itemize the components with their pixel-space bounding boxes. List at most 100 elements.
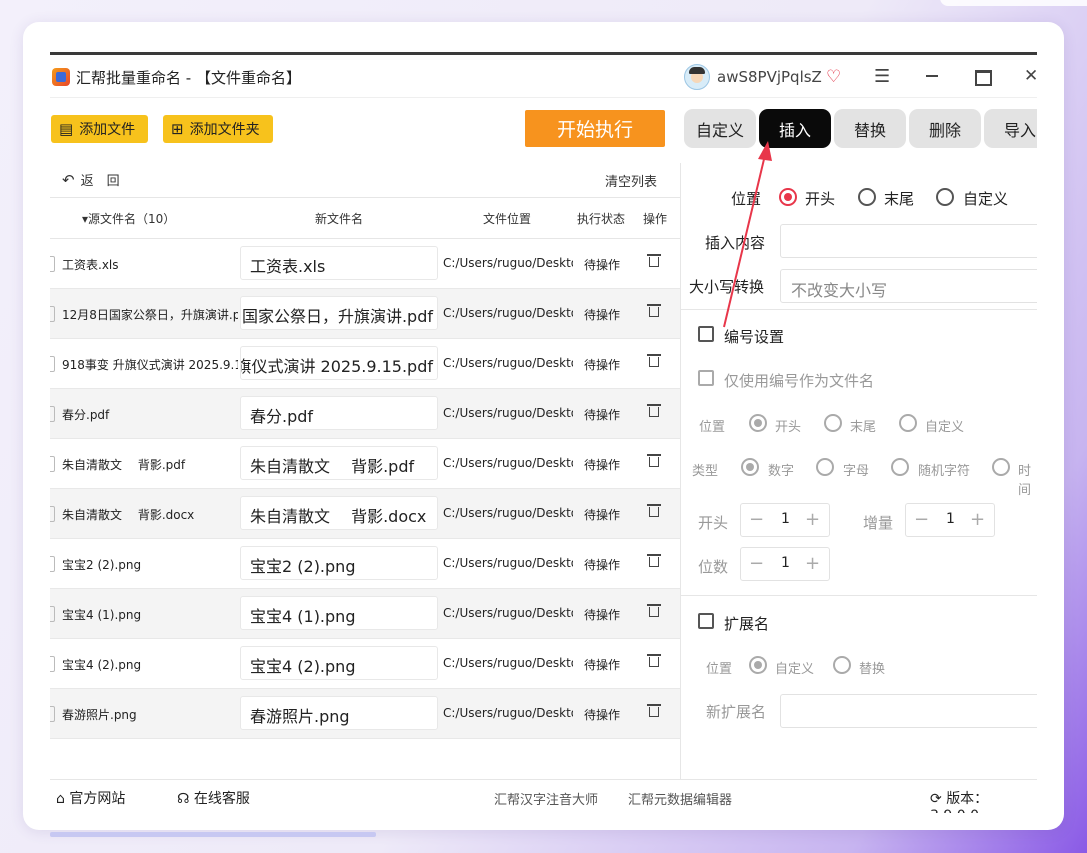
clear-list-button[interactable]: 清空列表 — [605, 171, 657, 190]
new-filename-input[interactable]: 宝宝4 (1).png — [240, 596, 438, 630]
new-filename-input[interactable]: 春分.pdf — [240, 396, 438, 430]
file-icon — [50, 256, 55, 272]
trash-icon[interactable] — [647, 403, 661, 417]
new-filename-input[interactable]: 国家公祭日，升旗演讲.pdf — [240, 296, 438, 330]
app-window: 汇帮批量重命名 - 【文件重命名】 awS8PVjPqlsZ ♡ ☰ ✕ ▤ 添… — [50, 52, 1037, 813]
extension-checkbox[interactable] — [698, 613, 714, 629]
position-end-radio[interactable] — [858, 188, 876, 206]
position-custom-radio[interactable] — [936, 188, 954, 206]
digits-stepper[interactable]: − 1 + — [740, 547, 830, 581]
close-icon[interactable]: ✕ — [1024, 66, 1037, 86]
metadata-editor-link[interactable]: 汇帮元数据编辑器 — [628, 789, 732, 808]
file-icon — [50, 606, 55, 622]
divider — [681, 595, 1037, 596]
table-row[interactable]: 朱自清散文 背影.docx 朱自清散文 背影.docx C:/Users/rug… — [50, 489, 680, 539]
new-filename-input[interactable]: 朱自清散文 背影.pdf — [240, 446, 438, 480]
new-filename-input[interactable]: 工资表.xls — [240, 246, 438, 280]
trash-icon[interactable] — [647, 503, 661, 517]
new-filename-input[interactable]: 宝宝2 (2).png — [240, 546, 438, 580]
avatar[interactable] — [684, 64, 710, 90]
num-position-end-label: 末尾 — [850, 420, 877, 435]
ext-replace-radio[interactable] — [833, 656, 851, 674]
table-row[interactable]: 宝宝4 (2).png 宝宝4 (2).png C:/Users/ruguo/D… — [50, 639, 680, 689]
tab-import[interactable]: 导入 — [984, 109, 1037, 148]
minus-icon[interactable]: − — [749, 553, 764, 574]
tab-custom[interactable]: 自定义 — [684, 109, 756, 148]
tab-insert[interactable]: 插入 — [759, 109, 831, 148]
menu-icon[interactable]: ☰ — [874, 66, 890, 87]
insert-settings-panel: 位置 开头 末尾 自定义 插入内容 大小写转换 不改变大小写 编号设置 仅使用编… — [681, 163, 1037, 779]
new-filename: 国家公祭日，升旗演讲.pdf — [241, 307, 433, 326]
tab-replace[interactable]: 替换 — [834, 109, 906, 148]
num-position-start-label: 开头 — [775, 420, 802, 435]
new-filename-input[interactable]: 旗仪式演讲 2025.9.15.pdf — [240, 346, 438, 380]
new-extension-input[interactable] — [780, 694, 1037, 728]
add-file-label: 添加文件 — [79, 122, 136, 138]
new-filename-input[interactable]: 春游照片.png — [240, 696, 438, 730]
new-filename: 朱自清散文 背影.docx — [250, 507, 427, 526]
plus-icon[interactable]: + — [805, 509, 820, 530]
plus-icon[interactable]: + — [970, 509, 985, 530]
source-filename: 宝宝4 (2).png — [62, 658, 142, 672]
ext-custom-radio[interactable] — [749, 656, 767, 674]
maximize-icon[interactable] — [975, 70, 992, 86]
table-row[interactable]: 朱自清散文 背影.pdf 朱自清散文 背影.pdf C:/Users/ruguo… — [50, 439, 680, 489]
position-start-radio[interactable] — [779, 188, 797, 206]
divider — [50, 779, 1037, 780]
table-row[interactable]: 春游照片.png 春游照片.png C:/Users/ruguo/Deskto … — [50, 689, 680, 739]
start-value-stepper[interactable]: − 1 + — [740, 503, 830, 537]
tab-delete[interactable]: 删除 — [909, 109, 981, 148]
new-filename-input[interactable]: 宝宝4 (2).png — [240, 646, 438, 680]
online-service-link[interactable]: ☊ 在线客服 — [177, 788, 250, 808]
minimize-icon[interactable] — [926, 75, 938, 77]
new-filename: 宝宝2 (2).png — [250, 557, 356, 576]
trash-icon[interactable] — [647, 303, 661, 317]
vip-diamond-icon[interactable]: ♡ — [826, 67, 841, 87]
pinyin-tool-link[interactable]: 汇帮汉字注音大师 — [494, 789, 598, 808]
table-row[interactable]: 工资表.xls 工资表.xls C:/Users/ruguo/Deskto 待操… — [50, 239, 680, 289]
table-row[interactable]: 12月8日国家公祭日，升旗演讲.pdf 国家公祭日，升旗演讲.pdf C:/Us… — [50, 289, 680, 339]
back-button[interactable]: ↶ 返 回 — [62, 170, 120, 189]
start-button[interactable]: 开始执行 — [525, 110, 665, 147]
insert-content-input[interactable] — [780, 224, 1037, 258]
table-row[interactable]: 918事变 升旗仪式演讲 2025.9.15.pdf 旗仪式演讲 2025.9.… — [50, 339, 680, 389]
increment-stepper[interactable]: − 1 + — [905, 503, 995, 537]
num-position-start-radio[interactable] — [749, 414, 767, 432]
case-convert-value: 不改变大小写 — [791, 281, 888, 300]
trash-icon[interactable] — [647, 703, 661, 717]
new-filename: 春分.pdf — [250, 407, 314, 426]
case-convert-select[interactable]: 不改变大小写 — [780, 269, 1037, 303]
trash-icon[interactable] — [647, 453, 661, 467]
type-letter-radio[interactable] — [816, 458, 834, 476]
type-random-radio[interactable] — [891, 458, 909, 476]
type-label: 类型 — [692, 464, 719, 479]
home-icon: ⌂ — [56, 791, 65, 807]
table-row[interactable]: 宝宝2 (2).png 宝宝2 (2).png C:/Users/ruguo/D… — [50, 539, 680, 589]
num-position-custom-radio[interactable] — [899, 414, 917, 432]
version-info[interactable]: ⟳ 版本：3.9.0.0 — [930, 788, 1037, 813]
trash-icon[interactable] — [647, 553, 661, 567]
username[interactable]: awS8PVjPqlsZ — [717, 68, 822, 86]
type-number-radio[interactable] — [741, 458, 759, 476]
new-filename-input[interactable]: 朱自清散文 背影.docx — [240, 496, 438, 530]
start-value: 1 — [781, 511, 790, 527]
trash-icon[interactable] — [647, 653, 661, 667]
ext-custom-label: 自定义 — [775, 662, 815, 677]
table-row[interactable]: 春分.pdf 春分.pdf C:/Users/ruguo/Deskto 待操作 — [50, 389, 680, 439]
trash-icon[interactable] — [647, 603, 661, 617]
official-website-link[interactable]: ⌂ 官方网站 — [56, 788, 125, 808]
add-file-button[interactable]: ▤ 添加文件 — [51, 115, 148, 143]
num-position-end-radio[interactable] — [824, 414, 842, 432]
numbering-checkbox[interactable] — [698, 326, 714, 342]
plus-icon[interactable]: + — [805, 553, 820, 574]
minus-icon[interactable]: − — [749, 509, 764, 530]
trash-icon[interactable] — [647, 253, 661, 267]
type-time-radio[interactable] — [992, 458, 1010, 476]
only-number-checkbox[interactable] — [698, 370, 714, 386]
table-row[interactable]: 宝宝4 (1).png 宝宝4 (1).png C:/Users/ruguo/D… — [50, 589, 680, 639]
column-header-source[interactable]: ▾源文件名（10） — [82, 210, 175, 227]
trash-icon[interactable] — [647, 353, 661, 367]
minus-icon[interactable]: − — [914, 509, 929, 530]
add-folder-button[interactable]: ⊞ 添加文件夹 — [163, 115, 273, 143]
status: 待操作 — [584, 258, 621, 272]
